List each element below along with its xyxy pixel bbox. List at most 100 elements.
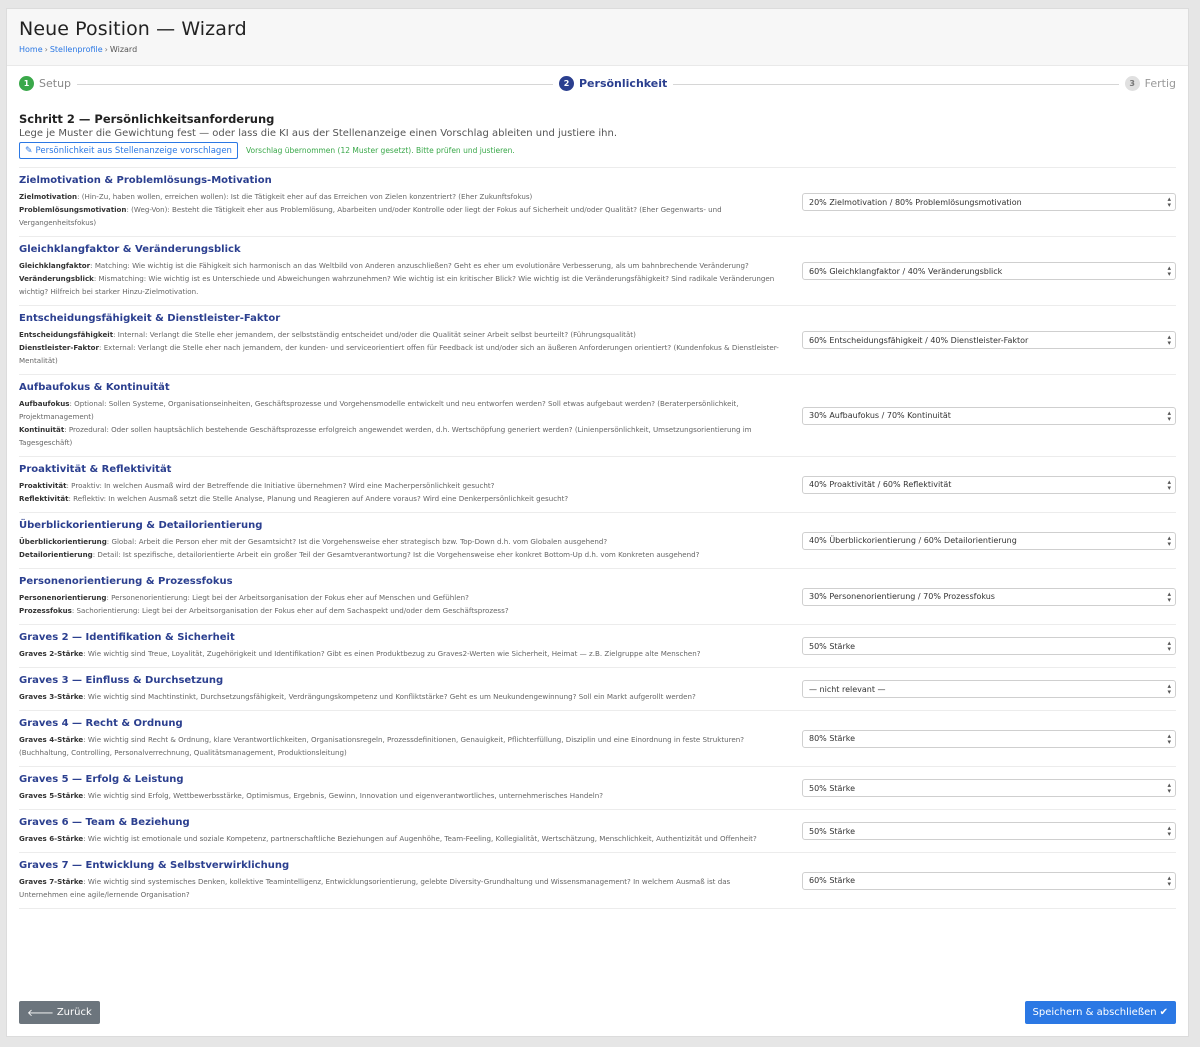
weighting-select-value: 50% Stärke (809, 826, 855, 836)
breadcrumb-home-link[interactable]: Home (19, 45, 43, 54)
select-caret-icon: ▴ ▾ (1167, 477, 1171, 492)
pattern-description: Entscheidungsfähigkeit & Dienstleister-F… (19, 313, 789, 367)
pattern-description: Aufbaufokus & Kontinuität Aufbaufokus: Op… (19, 382, 789, 449)
pattern-row: Zielmotivation & Problemlösungs-Motivati… (19, 168, 1176, 237)
pattern-term-text: : Reflektiv: In welchen Ausmaß setzt die… (68, 494, 569, 503)
suggest-button-label: Persönlichkeit aus Stellenanzeige vorsch… (35, 145, 232, 156)
pattern-explanation: Entscheidungsfähigkeit: Internal: Verlan… (19, 328, 779, 341)
weighting-select-value: 50% Stärke (809, 641, 855, 651)
pattern-description: Überblickorientierung & Detailorientieru… (19, 520, 789, 561)
weighting-select[interactable]: 30% Aufbaufokus / 70% Kontinuität ▴ ▾ (802, 406, 1176, 425)
select-caret-icon: ▴ ▾ (1167, 682, 1171, 696)
pattern-explanation: Proaktivität: Proaktiv: In welchen Ausma… (19, 479, 779, 492)
save-button-label: Speichern & abschließen (1032, 1007, 1157, 1018)
step-setup[interactable]: 1 Setup (19, 76, 78, 91)
step-fertig[interactable]: 3 Fertig (1118, 76, 1176, 91)
weighting-select-value: 60% Entscheidungsfähigkeit / 40% Dienstl… (809, 335, 1029, 345)
weighting-select[interactable]: 50% Stärke ▴ ▾ (802, 822, 1176, 840)
pattern-term-text: : Optional: Sollen Systeme, Organisation… (19, 399, 739, 421)
step-number: 3 (1124, 76, 1140, 91)
step-label: Setup (39, 77, 72, 90)
suggest-personality-button[interactable]: ✎ Persönlichkeit aus Stellenanzeige vors… (19, 142, 238, 159)
pattern-title: Graves 4 — Recht & Ordnung (19, 718, 183, 729)
pattern-description: Graves 4 — Recht & Ordnung Graves 4-Stärk… (19, 718, 789, 759)
pattern-description: Proaktivität & Reflektivität Proaktivität… (19, 464, 789, 505)
select-caret-icon: ▴ ▾ (1167, 781, 1171, 795)
step-intro: Schritt 2 — Persönlichkeitsanforderung L… (19, 104, 1176, 159)
pattern-term-text: : Wie wichtig sind Machtinstinkt, Durchs… (83, 692, 696, 701)
wizard-footer: 🡐 Zurück Speichern & abschließen ✔ (19, 1001, 1176, 1024)
weighting-select[interactable]: 30% Personenorientierung / 70% Prozessfo… (802, 587, 1176, 606)
back-button[interactable]: 🡐 Zurück (19, 1001, 100, 1024)
weighting-select[interactable]: 60% Stärke ▴ ▾ (802, 871, 1176, 890)
arrow-left-icon: 🡐 (27, 1007, 54, 1019)
pattern-row: Überblickorientierung & Detailorientieru… (19, 513, 1176, 569)
pattern-row: Graves 3 — Einfluss & Durchsetzung Graves… (19, 668, 1176, 711)
weighting-select[interactable]: 50% Stärke ▴ ▾ (802, 637, 1176, 655)
pattern-description: Graves 2 — Identifikation & Sicherheit Gr… (19, 632, 789, 660)
pattern-explanation: Reflektivität: Reflektiv: In welchen Aus… (19, 492, 779, 505)
pattern-term: Gleichklangfaktor (19, 261, 91, 270)
select-caret-icon: ▴ ▾ (1167, 408, 1171, 423)
pattern-title: Entscheidungsfähigkeit & Dienstleister-F… (19, 313, 281, 324)
weighting-select-value: 60% Stärke (809, 876, 855, 885)
suggestion-status-message: Vorschlag übernommen (12 Muster gesetzt)… (245, 146, 515, 155)
pattern-term: Graves 6-Stärke (19, 834, 84, 843)
pattern-title: Graves 7 — Entwicklung & Selbstverwirkli… (19, 860, 290, 871)
pattern-term: Graves 7-Stärke (19, 877, 84, 886)
select-caret-icon: ▴ ▾ (1167, 333, 1171, 347)
weighting-select[interactable]: 40% Überblickorientierung / 60% Detailor… (802, 531, 1176, 550)
pattern-list: Zielmotivation & Problemlösungs-Motivati… (19, 167, 1176, 909)
pattern-explanation: Graves 5-Stärke: Wie wichtig sind Erfolg… (19, 789, 779, 802)
pattern-row: Aufbaufokus & Kontinuität Aufbaufokus: Op… (19, 375, 1176, 457)
pattern-title: Zielmotivation & Problemlösungs-Motivati… (19, 175, 272, 186)
pattern-row: Graves 6 — Team & Beziehung Graves 6-Stär… (19, 810, 1176, 853)
save-finish-button[interactable]: Speichern & abschließen ✔ (1024, 1001, 1176, 1024)
pattern-term: Zielmotivation (19, 192, 78, 201)
weighting-select[interactable]: 20% Zielmotivation / 80% Problemlösungsm… (802, 193, 1176, 211)
pattern-term-text: : Mismatching: Wie wichtig ist es Unters… (19, 274, 775, 296)
weighting-select[interactable]: 60% Gleichklangfaktor / 40% Veränderungs… (802, 262, 1176, 280)
breadcrumb-current: Wizard (109, 45, 138, 54)
pattern-term-text: : Wie wichtig ist emotionale und soziale… (83, 834, 757, 843)
check-icon: ✔ (1159, 1007, 1168, 1018)
pattern-term-text: : Personenorientierung: Liegt bei der Ar… (106, 593, 469, 602)
weighting-select[interactable]: 80% Stärke ▴ ▾ (802, 729, 1176, 748)
weighting-select[interactable]: 40% Proaktivität / 60% Reflektivität ▴ ▾ (802, 475, 1176, 494)
weighting-select[interactable]: 50% Stärke ▴ ▾ (802, 779, 1176, 797)
select-caret-icon: ▴ ▾ (1167, 824, 1171, 838)
step-description: Lege je Muster die Gewichtung fest — ode… (19, 128, 618, 139)
step-persoenlichkeit[interactable]: 2 Persönlichkeit (553, 76, 674, 91)
pattern-term: Kontinuität (19, 425, 65, 434)
back-button-label: Zurück (56, 1007, 92, 1018)
pattern-explanation: Detailorientierung: Detail: Ist spezifis… (19, 548, 779, 561)
weighting-select-value: 20% Zielmotivation / 80% Problemlösungsm… (809, 197, 1022, 207)
pattern-explanation: Aufbaufokus: Optional: Sollen Systeme, O… (19, 397, 779, 423)
weighting-select[interactable]: 60% Entscheidungsfähigkeit / 40% Dienstl… (802, 331, 1176, 349)
pattern-explanation: Dienstleister-Faktor: External: Verlangt… (19, 341, 779, 367)
pattern-term-text: : Proaktiv: In welchen Ausmaß wird der B… (66, 481, 495, 490)
select-caret-icon: ▴ ▾ (1167, 731, 1171, 746)
pattern-term: Personenorientierung (19, 593, 107, 602)
wizard-stepper: 1 Setup 2 Persönlichkeit 3 Fertig (19, 66, 1176, 104)
pattern-term: Reflektivität (19, 494, 69, 503)
pattern-row: Gleichklangfaktor & Veränderungsblick Gle… (19, 237, 1176, 306)
pattern-term-text: : Wie wichtig sind systemisches Denken, … (19, 877, 731, 899)
pattern-row: Graves 5 — Erfolg & Leistung Graves 5-Stä… (19, 767, 1176, 810)
pattern-explanation: Zielmotivation: (Hin-Zu, haben wollen, e… (19, 190, 779, 203)
pattern-explanation: Graves 2-Stärke: Wie wichtig sind Treue,… (19, 647, 779, 660)
pattern-explanation: Personenorientierung: Personenorientieru… (19, 591, 779, 604)
select-caret-icon: ▴ ▾ (1167, 264, 1171, 278)
pattern-title: Gleichklangfaktor & Veränderungsblick (19, 244, 241, 255)
pattern-explanation: Graves 4-Stärke: Wie wichtig sind Recht … (19, 733, 779, 759)
weighting-select-value: 30% Personenorientierung / 70% Prozessfo… (809, 592, 995, 601)
select-caret-icon: ▴ ▾ (1167, 639, 1171, 653)
step-number: 2 (559, 76, 574, 91)
pattern-term-text: : Wie wichtig sind Treue, Loyalität, Zug… (83, 649, 701, 658)
breadcrumb-profiles-link[interactable]: Stellenprofile (50, 45, 103, 54)
pattern-description: Graves 3 — Einfluss & Durchsetzung Graves… (19, 675, 789, 703)
weighting-select[interactable]: — nicht relevant — ▴ ▾ (802, 680, 1176, 698)
pattern-term-text: : (Hin-Zu, haben wollen, erreichen wolle… (77, 192, 533, 201)
pattern-row: Graves 4 — Recht & Ordnung Graves 4-Stärk… (19, 711, 1176, 767)
select-caret-icon: ▴ ▾ (1167, 195, 1171, 209)
